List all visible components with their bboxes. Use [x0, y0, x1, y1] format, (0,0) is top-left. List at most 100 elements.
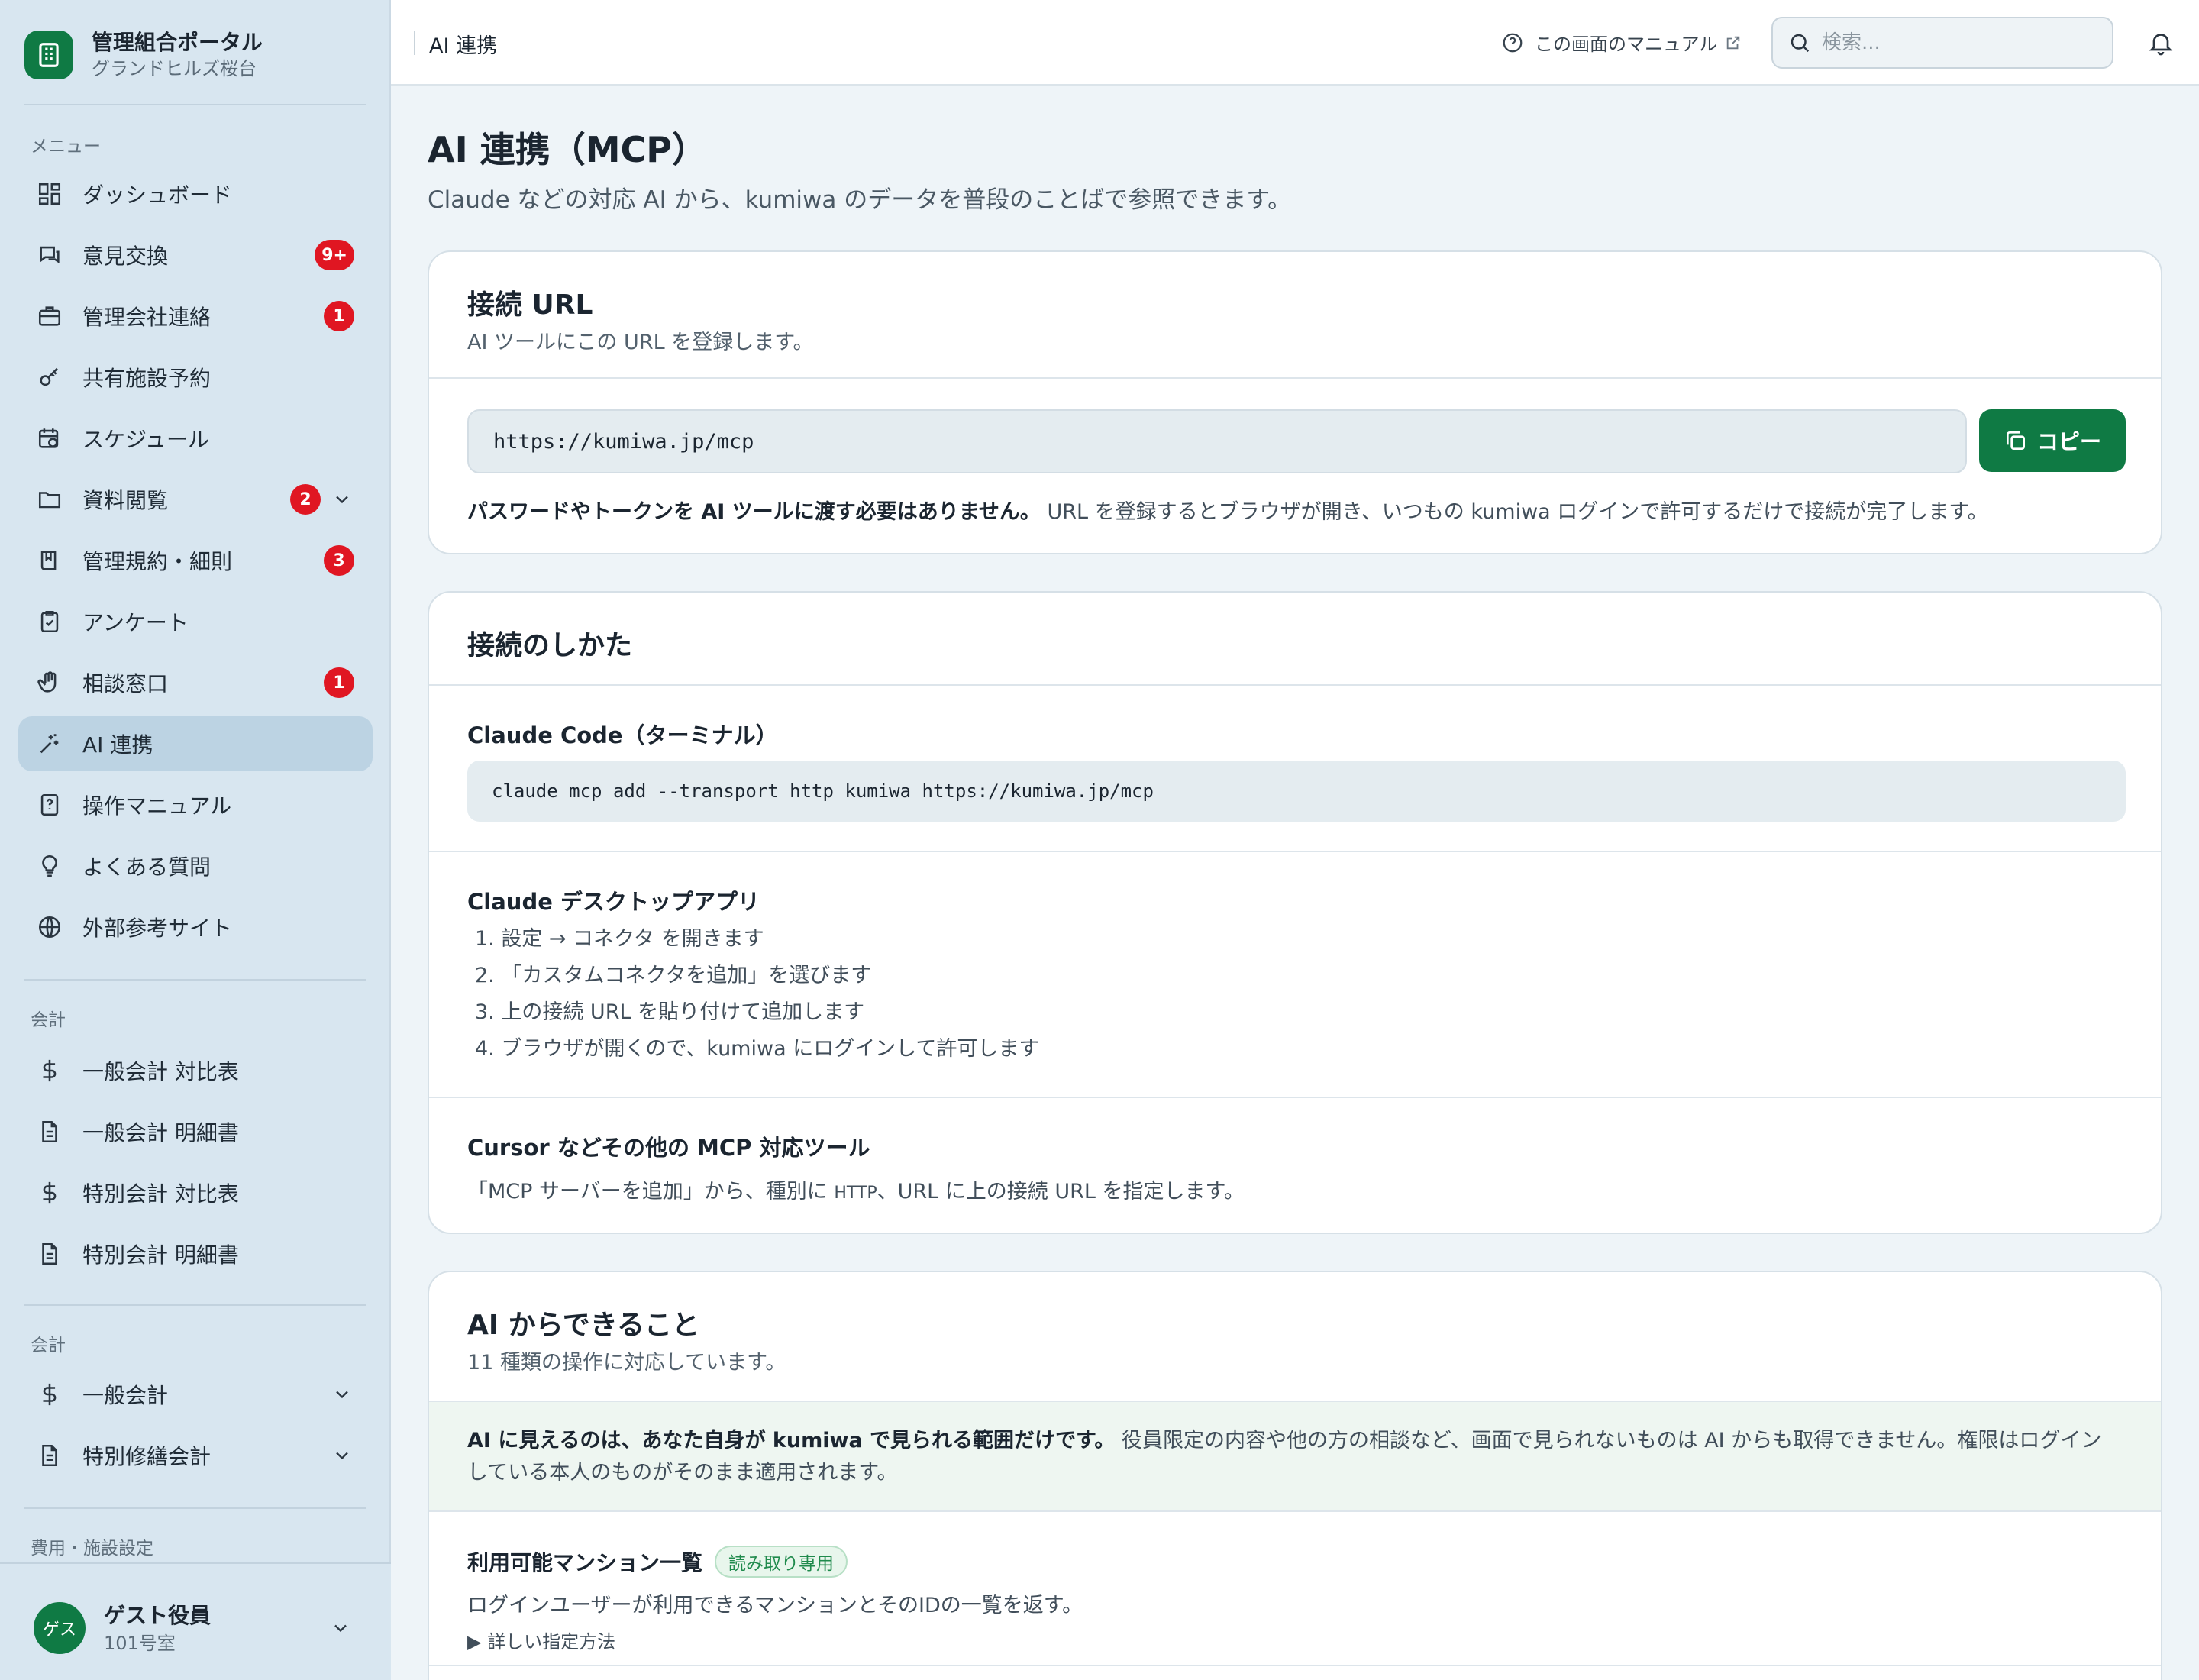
dollar-icon: [37, 1180, 63, 1206]
step-item: 4. ブラウザが開くので、kumiwa にログインして許可します: [475, 1037, 1040, 1061]
copy-icon: [2006, 431, 2025, 450]
divider: [24, 1507, 366, 1509]
sidebar-item-label: 外部参考サイト: [82, 916, 233, 941]
divider: [429, 377, 2161, 379]
sidebar-item-label: 操作マニュアル: [82, 793, 232, 819]
sidebar-item-label: アンケート: [82, 610, 189, 635]
sidebar-item-label: 相談窓口: [82, 671, 169, 696]
divider: [24, 104, 366, 105]
topbar-title: AI 連携: [429, 34, 498, 58]
divider: [429, 851, 2161, 852]
section-label-accounting: 会計: [31, 1010, 66, 1030]
sidebar-item-special-statement[interactable]: 特別会計 明細書: [18, 1226, 373, 1281]
chevron-down-icon[interactable]: [331, 1445, 353, 1466]
sidebar-item-discussion[interactable]: 意見交換 9+: [18, 228, 373, 283]
connection-url-field[interactable]: https://kumiwa.jp/mcp: [467, 409, 1967, 473]
avatar: ゲス: [34, 1602, 86, 1654]
sidebar-item-label: 一般会計 対比表: [82, 1059, 239, 1084]
sidebar-item-schedule[interactable]: スケジュール: [18, 411, 373, 466]
sidebar-item-external-sites[interactable]: 外部参考サイト: [18, 900, 373, 955]
sidebar-item-repair-accounting[interactable]: 特別修繕会計: [18, 1428, 373, 1483]
divider: [429, 1097, 2161, 1098]
sidebar-item-special-comparison[interactable]: 特別会計 対比表: [18, 1165, 373, 1220]
sparkles-icon: [37, 731, 63, 757]
sidebar-item-bylaws[interactable]: 管理規約・細則 3: [18, 533, 373, 588]
sidebar-item-documents[interactable]: 資料閲覧 2: [18, 472, 373, 527]
card-title: 接続のしかた: [467, 630, 633, 661]
sidebar-item-faq[interactable]: よくある質問: [18, 838, 373, 893]
claude-code-title: Claude Code（ターミナル）: [467, 722, 778, 748]
tool-item: 利用可能マンション一覧 読み取り専用: [467, 1546, 848, 1578]
page-subtitle: Claude などの対応 AI から、kumiwa のデータを普段のことばで参照…: [428, 186, 1292, 214]
document-icon: [37, 1119, 63, 1145]
search-box[interactable]: [1771, 17, 2113, 69]
unread-badge: 2: [290, 484, 321, 515]
sidebar-item-label: 管理会社連絡: [82, 305, 212, 330]
clipboard-check-icon: [37, 609, 63, 635]
sidebar-item-consultation[interactable]: 相談窓口 1: [18, 655, 373, 710]
sidebar-item-ai-integration[interactable]: AI 連携: [18, 716, 373, 771]
sidebar-item-label: 特別会計 対比表: [82, 1181, 239, 1207]
globe-icon: [37, 914, 63, 940]
step-item: 1. 設定 → コネクタ を開きます: [475, 927, 764, 951]
connection-note: パスワードやトークンを AI ツールに渡す必要はありません。 URL を登録する…: [467, 495, 1988, 525]
divider: [24, 1304, 366, 1306]
briefcase-icon: [37, 303, 63, 329]
unread-badge: 9+: [315, 240, 354, 270]
section-label-menu: メニュー: [31, 137, 101, 157]
sidebar-item-general-statement[interactable]: 一般会計 明細書: [18, 1104, 373, 1159]
calendar-clock-icon: [37, 425, 63, 451]
divider: [429, 684, 2161, 686]
chevron-down-icon[interactable]: [330, 1617, 351, 1639]
sidebar-item-general-accounting[interactable]: 一般会計: [18, 1367, 373, 1422]
bell-icon[interactable]: [2147, 29, 2175, 57]
copy-button-label: コピー: [2036, 429, 2101, 454]
step-item: 3. 上の接続 URL を貼り付けて追加します: [475, 1000, 865, 1024]
claude-code-command[interactable]: claude mcp add --transport http kumiwa h…: [467, 761, 2126, 822]
details-toggle[interactable]: ▶ 詳しい指定方法: [467, 1627, 615, 1653]
user-name: ゲスト役員: [104, 1603, 212, 1628]
user-room: 101号室: [104, 1633, 176, 1654]
connection-note-text: URL を登録するとブラウザが開き、いつもの kumiwa ログインで許可するだ…: [1040, 500, 1988, 524]
tool-name: 利用可能マンション一覧: [467, 1550, 703, 1575]
sidebar-item-facility-booking[interactable]: 共有施設予約: [18, 350, 373, 405]
sidebar-item-management-contact[interactable]: 管理会社連絡 1: [18, 289, 373, 344]
user-menu[interactable]: ゲス ゲスト役員 101号室: [0, 1562, 391, 1680]
sidebar-item-general-comparison[interactable]: 一般会計 対比表: [18, 1043, 373, 1098]
connection-url-card: 接続 URL AI ツールにこの URL を登録します。 https://kum…: [428, 250, 2162, 554]
topbar: AI 連携 この画面のマニュアル: [391, 0, 2199, 86]
document-icon: [37, 1241, 63, 1267]
sidebar-item-dashboard[interactable]: ダッシュボード: [18, 166, 373, 221]
sidebar-item-manual[interactable]: 操作マニュアル: [18, 777, 373, 832]
sidebar-item-label: 資料閲覧: [82, 488, 169, 513]
brand-title: 管理組合ポータル: [92, 30, 263, 55]
chevron-down-icon[interactable]: [331, 489, 353, 510]
other-tools-text-a: 「MCP サーバーを追加」から、種別に: [467, 1180, 835, 1203]
page-title: AI 連携（MCP）: [428, 129, 707, 170]
divider: [414, 31, 415, 55]
copy-button[interactable]: コピー: [1979, 409, 2126, 472]
card-description: 11 種類の操作に対応しています。: [467, 1351, 786, 1375]
section-label-settings: 費用・施設設定: [31, 1539, 153, 1559]
brand-subtitle: グランドヒルズ桜台: [92, 58, 257, 79]
other-tools-text: 「MCP サーバーを追加」から、種別に HTTP、URL に上の接続 URL を…: [467, 1174, 1245, 1204]
hand-icon: [37, 670, 63, 696]
brand[interactable]: 管理組合ポータル グランドヒルズ桜台: [24, 27, 263, 82]
sidebar-item-label: スケジュール: [82, 427, 210, 452]
chevron-down-icon[interactable]: [331, 1384, 353, 1405]
screen-manual-link[interactable]: この画面のマニュアル: [1501, 29, 1742, 56]
step-item: 2. 「カスタムコネクタを追加」を選びます: [475, 964, 872, 987]
read-only-badge: 読み取り専用: [715, 1546, 848, 1578]
sidebar-item-label: よくある質問: [82, 855, 212, 880]
search-input[interactable]: [1822, 31, 2097, 54]
sidebar-item-survey[interactable]: アンケート: [18, 594, 373, 649]
sidebar-item-label: 特別会計 明細書: [82, 1242, 239, 1268]
how-to-connect-card: 接続のしかた Claude Code（ターミナル） claude mcp add…: [428, 591, 2162, 1234]
dollar-icon: [37, 1058, 63, 1084]
card-title: AI からできること: [467, 1310, 699, 1341]
other-tools-title: Cursor などその他の MCP 対応ツール: [467, 1135, 870, 1161]
dollar-icon: [37, 1381, 63, 1407]
ai-capabilities-card: AI からできること 11 種類の操作に対応しています。 AI に見えるのは、あ…: [428, 1271, 2162, 1680]
tool-description: ログインユーザーが利用できるマンションとそのIDの一覧を返す。: [467, 1594, 1083, 1617]
sidebar-item-label: 特別修繕会計: [82, 1444, 212, 1469]
